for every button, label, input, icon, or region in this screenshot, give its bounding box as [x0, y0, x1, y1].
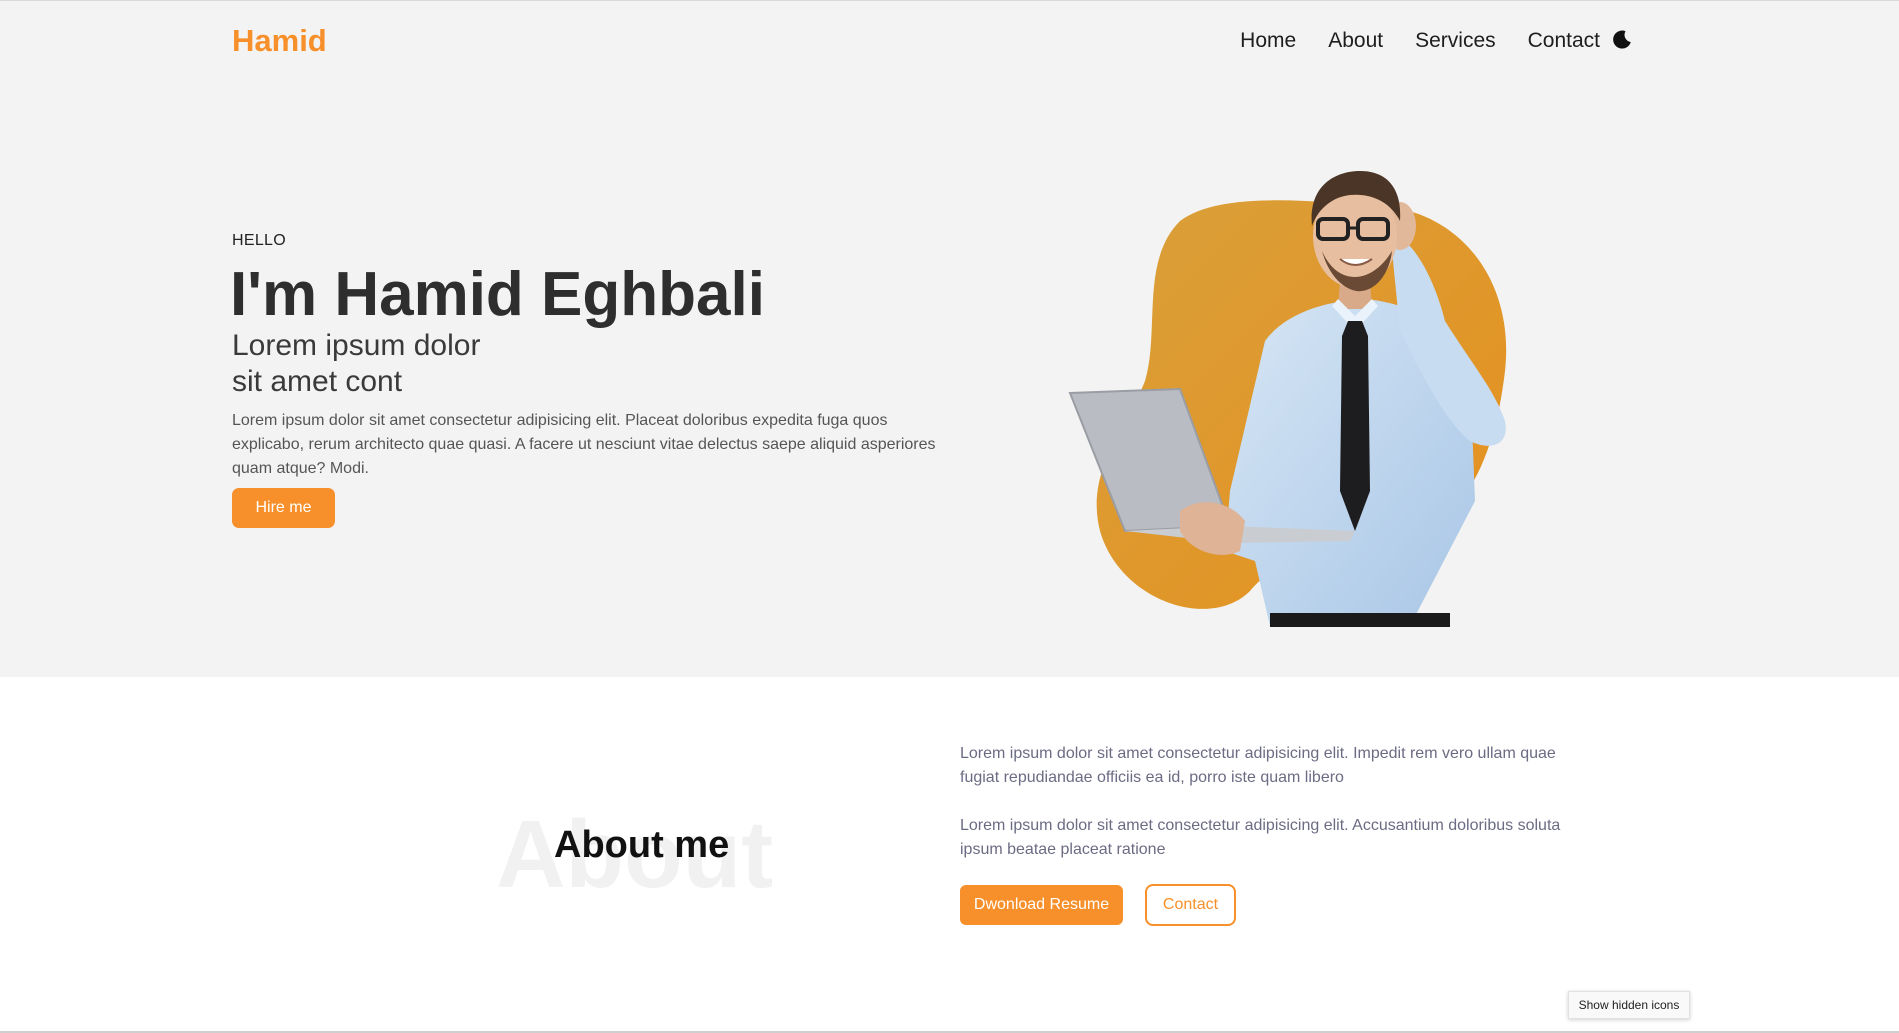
hero-description: Lorem ipsum dolor sit amet consectetur a… [232, 412, 936, 477]
hero-subtitle-line1: Lorem ipsum dolor [232, 329, 481, 362]
nav-link-services[interactable]: Services [1415, 29, 1496, 53]
man-with-laptop-photo [1050, 131, 1580, 631]
logo[interactable]: Hamid [232, 23, 327, 59]
hire-me-button[interactable]: Hire me [232, 488, 335, 528]
about-title: About me [554, 824, 730, 866]
moon-icon[interactable] [1610, 28, 1634, 52]
hero-subtitle: Lorem ipsum dolor sit amet cont [232, 328, 480, 400]
navbar: Hamid Home About Services Contact [232, 19, 1672, 63]
about-paragraph-2: Lorem ipsum dolor sit amet consectetur a… [960, 817, 1561, 858]
hero-name: I'm Hamid Eghbali [230, 260, 765, 329]
contact-button[interactable]: Contact [1145, 884, 1236, 926]
nav-links: Home About Services Contact [1240, 29, 1600, 53]
nav-link-contact[interactable]: Contact [1528, 29, 1600, 53]
nav-link-about[interactable]: About [1328, 29, 1383, 53]
nav-link-home[interactable]: Home [1240, 29, 1296, 53]
about-paragraph-1: Lorem ipsum dolor sit amet consectetur a… [960, 745, 1556, 786]
hero-greeting: HELLO [232, 232, 286, 249]
download-resume-button[interactable]: Dwonload Resume [960, 885, 1123, 925]
hero-section: Hamid Home About Services Contact HELLO … [0, 1, 1899, 677]
hero-subtitle-line2: sit amet cont [232, 365, 403, 398]
show-hidden-icons-tooltip: Show hidden icons [1568, 991, 1690, 1019]
